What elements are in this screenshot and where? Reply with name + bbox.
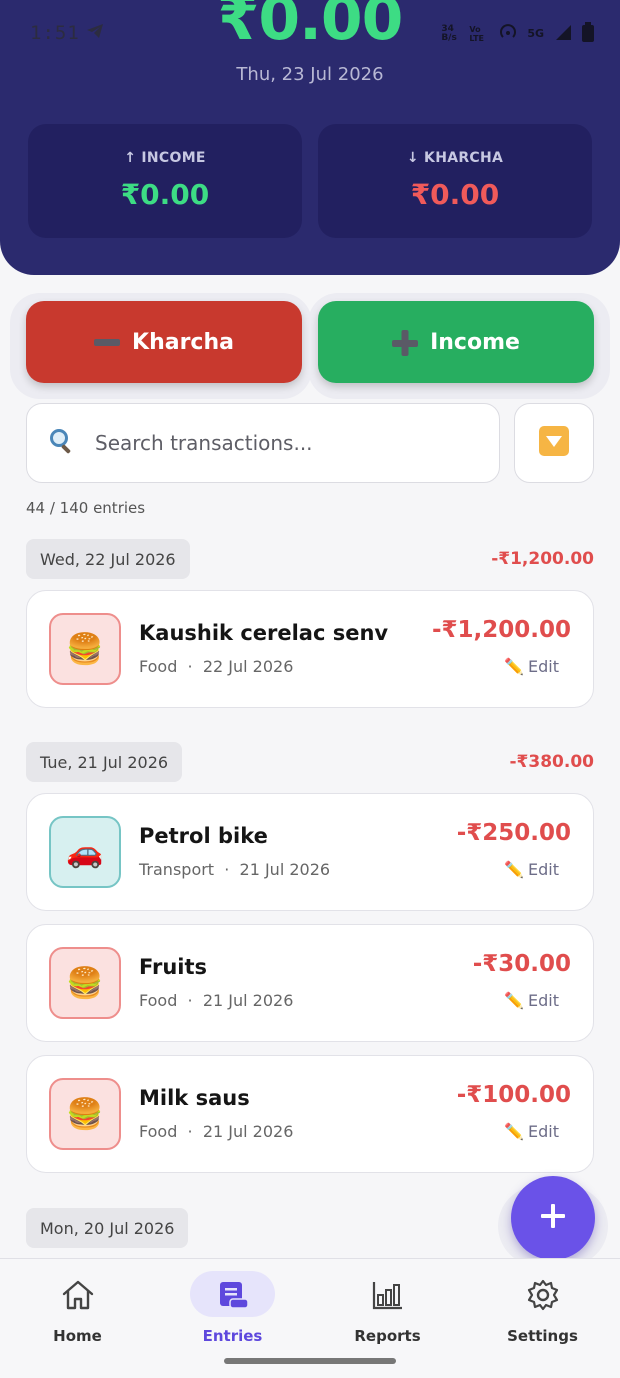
current-date: Thu, 23 Jul 2026 <box>236 64 384 85</box>
telegram-icon <box>86 22 104 44</box>
minus-icon <box>94 330 121 354</box>
search-input[interactable] <box>95 431 455 455</box>
home-icon <box>58 1277 98 1313</box>
balance-header: ₹0.00 1:51 34 B/s Vo LTE 5G Thu, 23 Jul … <box>0 0 620 275</box>
date-group-header: Mon, 20 Jul 2026 <box>26 1208 189 1248</box>
kharcha-summary-value: ₹0.00 <box>410 178 500 211</box>
transaction-card[interactable]: 🍔 Kaushik cerelac senv Food · 22 Jul 202… <box>26 590 594 708</box>
nav-settings[interactable]: Settings <box>465 1259 620 1359</box>
nav-entries[interactable]: Entries <box>155 1259 310 1359</box>
transaction-meta: Food · 21 Jul 2026 <box>139 991 294 1010</box>
transaction-meta: Food · 21 Jul 2026 <box>139 1122 294 1141</box>
nav-entries-label: Entries <box>202 1327 263 1345</box>
edit-button[interactable]: ✏️ Edit <box>504 860 559 879</box>
edit-button[interactable]: ✏️ Edit <box>504 1122 559 1141</box>
add-kharcha-button[interactable]: Kharcha <box>26 301 302 383</box>
status-bar-time: 1:51 <box>30 22 104 44</box>
transaction-meta: Transport · 21 Jul 2026 <box>139 860 331 879</box>
transaction-card[interactable]: 🍔 Fruits Food · 21 Jul 2026 -₹30.00 ✏️ E… <box>26 924 594 1042</box>
edit-button[interactable]: ✏️ Edit <box>504 657 559 676</box>
home-indicator[interactable] <box>224 1358 396 1364</box>
network-speed-indicator: 34 B/s <box>441 23 457 43</box>
date-group-header: Wed, 22 Jul 2026 <box>26 539 190 579</box>
add-transaction-fab[interactable] <box>511 1176 595 1260</box>
add-income-button[interactable]: Income <box>318 301 594 383</box>
nav-reports-label: Reports <box>354 1327 421 1345</box>
gear-icon <box>523 1277 563 1313</box>
network-type-indicator: 5G <box>527 27 544 40</box>
transaction-amount: -₹250.00 <box>456 820 571 846</box>
hotspot-icon <box>499 23 517 44</box>
status-bar-indicators: 34 B/s Vo LTE 5G <box>441 22 594 45</box>
transaction-meta: Food · 22 Jul 2026 <box>139 657 294 676</box>
date-group-total: -₹380.00 <box>509 752 595 772</box>
date-group-total: -₹1,200.00 <box>491 549 594 569</box>
bar-chart-icon <box>368 1277 408 1313</box>
battery-icon <box>582 22 594 45</box>
nav-reports[interactable]: Reports <box>310 1259 465 1359</box>
nav-home[interactable]: Home <box>0 1259 155 1359</box>
search-box[interactable] <box>26 403 500 483</box>
plus-icon <box>392 330 419 356</box>
pencil-icon: ✏️ <box>504 991 525 1010</box>
plus-icon <box>541 1204 565 1232</box>
burger-icon: 🍔 <box>49 1078 121 1150</box>
transaction-title: Fruits <box>139 955 208 979</box>
search-icon <box>49 428 75 458</box>
transaction-amount: -₹100.00 <box>456 1082 571 1108</box>
signal-icon <box>554 23 572 44</box>
transaction-card[interactable]: 🚗 Petrol bike Transport · 21 Jul 2026 -₹… <box>26 793 594 911</box>
pencil-icon: ✏️ <box>504 860 525 879</box>
filter-button[interactable] <box>514 403 594 483</box>
burger-icon: 🍔 <box>49 613 121 685</box>
kharcha-summary-label: ↓ KHARCHA <box>406 150 504 166</box>
entries-icon <box>213 1277 253 1313</box>
pencil-icon: ✏️ <box>504 1122 525 1141</box>
kharcha-summary-card: ↓ KHARCHA ₹0.00 <box>318 124 592 238</box>
transaction-title: Petrol bike <box>139 824 268 848</box>
date-group-header: Tue, 21 Jul 2026 <box>26 742 183 782</box>
transaction-title: Kaushik cerelac senv <box>139 621 389 645</box>
add-kharcha-label: Kharcha <box>132 329 234 355</box>
car-icon: 🚗 <box>49 816 121 888</box>
edit-button[interactable]: ✏️ Edit <box>504 991 559 1010</box>
filter-dropdown-icon <box>538 425 570 461</box>
income-summary-value: ₹0.00 <box>120 178 210 211</box>
entries-count: 44 / 140 entries <box>26 499 146 517</box>
transaction-title: Milk saus <box>139 1086 250 1110</box>
burger-icon: 🍔 <box>49 947 121 1019</box>
transaction-amount: -₹1,200.00 <box>431 617 571 643</box>
nav-settings-label: Settings <box>507 1327 578 1345</box>
transaction-amount: -₹30.00 <box>472 951 571 977</box>
volte-indicator: Vo LTE <box>469 24 485 43</box>
income-summary-label: ↑ INCOME <box>124 150 206 166</box>
pencil-icon: ✏️ <box>504 657 525 676</box>
income-summary-card: ↑ INCOME ₹0.00 <box>28 124 302 238</box>
add-income-label: Income <box>430 329 520 355</box>
nav-home-label: Home <box>53 1327 102 1345</box>
transaction-card[interactable]: 🍔 Milk saus Food · 21 Jul 2026 -₹100.00 … <box>26 1055 594 1173</box>
